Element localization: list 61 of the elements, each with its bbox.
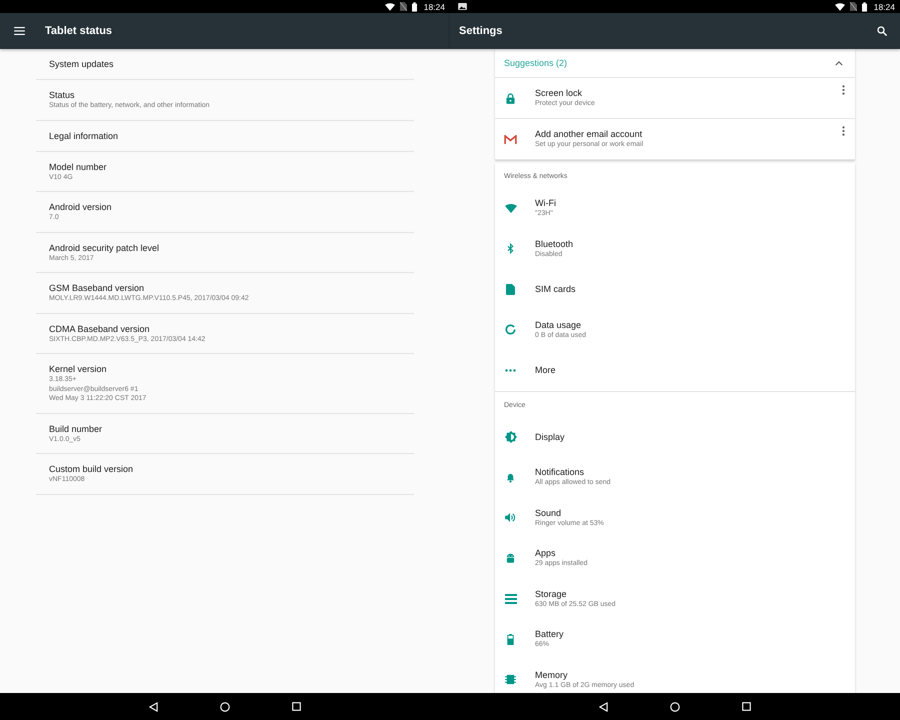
bluetooth-icon xyxy=(507,243,514,254)
app-bar-title: Settings xyxy=(459,25,502,37)
wifi-icon xyxy=(384,2,395,10)
setting-title[interactable]: Bluetooth xyxy=(535,238,574,250)
suggestion-title[interactable]: Add another email account xyxy=(535,128,644,140)
chip-icon xyxy=(505,674,516,686)
setting-title[interactable]: GSM Baseband version xyxy=(49,282,401,294)
setting-title[interactable]: Display xyxy=(535,430,565,443)
setting-title[interactable]: Apps xyxy=(535,547,588,560)
list-icon xyxy=(504,594,516,604)
lock-icon xyxy=(506,92,515,104)
brightness-icon xyxy=(504,430,516,443)
mail-icon xyxy=(504,134,517,144)
speaker-icon xyxy=(505,513,516,522)
ring-icon xyxy=(505,324,516,336)
chevron-up-icon[interactable] xyxy=(835,60,843,66)
setting-title[interactable]: Sound xyxy=(535,506,604,519)
sim-card-icon xyxy=(850,2,857,11)
menu-icon[interactable] xyxy=(14,27,25,35)
wifi-icon xyxy=(834,2,845,10)
search-icon[interactable] xyxy=(877,26,887,36)
setting-title[interactable]: Android version xyxy=(49,201,401,213)
setting-title[interactable]: Notifications xyxy=(535,466,610,478)
recents-icon[interactable] xyxy=(292,702,301,711)
more-options-icon[interactable] xyxy=(842,126,845,136)
app-bar-title: Tablet status xyxy=(45,25,112,37)
setting-title[interactable]: Memory xyxy=(535,668,634,681)
home-icon[interactable] xyxy=(220,702,230,712)
setting-title[interactable]: Battery xyxy=(535,628,564,640)
battery-icon xyxy=(862,2,867,12)
setting-title[interactable]: More xyxy=(535,364,556,376)
battery-icon xyxy=(412,2,417,12)
battery-icon xyxy=(507,634,514,645)
image-icon xyxy=(458,3,467,10)
setting-title[interactable]: Storage xyxy=(535,588,616,600)
back-icon[interactable] xyxy=(149,702,158,712)
setting-title[interactable]: SIM cards xyxy=(535,283,576,296)
clock-time: 18:24 xyxy=(874,2,895,12)
setting-title[interactable]: Android security patch level xyxy=(49,242,401,254)
recents-icon[interactable] xyxy=(742,702,751,711)
bell-icon xyxy=(506,472,515,483)
clock-time: 18:24 xyxy=(424,2,445,12)
setting-title[interactable]: Legal information xyxy=(49,130,401,142)
home-icon[interactable] xyxy=(670,702,680,712)
android-icon xyxy=(506,552,515,564)
setting-title[interactable]: Custom build version xyxy=(49,463,401,475)
setting-title[interactable]: Model number xyxy=(49,160,401,172)
suggestion-title[interactable]: Screen lock xyxy=(535,87,595,99)
back-icon[interactable] xyxy=(599,702,608,712)
setting-title[interactable]: Wi-Fi xyxy=(535,197,556,210)
dots-icon xyxy=(505,368,516,372)
setting-title[interactable]: Data usage xyxy=(535,318,586,331)
setting-title[interactable]: System updates xyxy=(49,58,401,70)
wifi-icon xyxy=(504,204,516,213)
setting-title[interactable]: Status xyxy=(49,89,401,101)
sim-card-icon xyxy=(506,284,515,295)
setting-title[interactable]: Build number xyxy=(49,422,401,434)
setting-title[interactable]: Kernel version xyxy=(49,363,401,375)
setting-title[interactable]: CDMA Baseband version xyxy=(49,322,401,334)
sim-card-icon xyxy=(400,2,407,11)
more-options-icon[interactable] xyxy=(842,85,845,95)
